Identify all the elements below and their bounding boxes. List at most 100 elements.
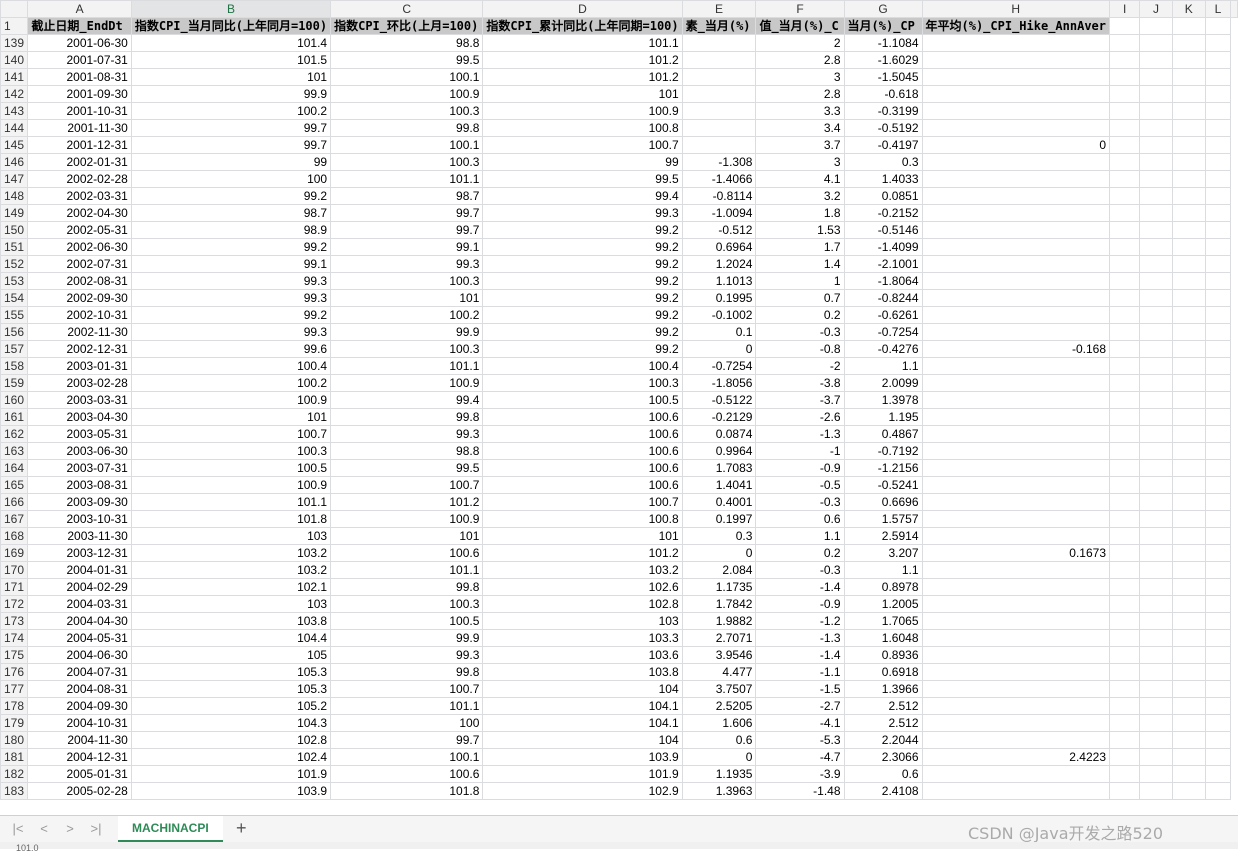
- cell-A[interactable]: 2004-10-31: [27, 714, 132, 732]
- cell-B[interactable]: 100.3: [130, 442, 332, 460]
- cell-E[interactable]: 2.7071: [681, 629, 757, 647]
- cell-E[interactable]: [681, 34, 757, 52]
- cell-C[interactable]: 98.8: [330, 34, 484, 52]
- cell-C[interactable]: 100.9: [330, 85, 484, 103]
- cell-J[interactable]: [1139, 391, 1173, 409]
- cell-I[interactable]: [1108, 51, 1141, 69]
- cell-L[interactable]: [1204, 578, 1232, 596]
- cell-J[interactable]: [1139, 85, 1173, 103]
- cell-K[interactable]: [1171, 714, 1206, 732]
- cell-A[interactable]: 2002-02-28: [27, 170, 132, 188]
- cell-I[interactable]: [1108, 85, 1141, 103]
- row-number[interactable]: 156: [0, 323, 29, 341]
- cell-H[interactable]: [921, 680, 1110, 698]
- cell-L[interactable]: [1204, 408, 1232, 426]
- cell-K[interactable]: [1171, 697, 1206, 715]
- cell-A[interactable]: 2001-11-30: [27, 119, 132, 137]
- cell-C[interactable]: 101.8: [330, 782, 484, 800]
- cell-A[interactable]: 2004-06-30: [27, 646, 132, 664]
- cell-J[interactable]: [1139, 510, 1173, 528]
- row-number[interactable]: 155: [0, 306, 29, 324]
- cell-I[interactable]: [1108, 578, 1141, 596]
- cell-J1[interactable]: [1139, 17, 1173, 35]
- last-sheet-icon[interactable]: >|: [86, 820, 106, 838]
- column-header-F[interactable]: F: [755, 0, 845, 18]
- cell-D[interactable]: 101.2: [482, 68, 683, 86]
- add-sheet-icon[interactable]: +: [236, 818, 247, 838]
- row-number[interactable]: 147: [0, 170, 29, 188]
- row-number[interactable]: 175: [0, 646, 29, 664]
- cell-F[interactable]: -1.3: [755, 425, 845, 443]
- cell-I1[interactable]: [1108, 17, 1141, 35]
- cell-A[interactable]: 2003-08-31: [27, 476, 132, 494]
- cell-C[interactable]: 100: [330, 714, 484, 732]
- row-number[interactable]: 158: [0, 357, 29, 375]
- cell-E[interactable]: -0.2129: [681, 408, 757, 426]
- cell-H[interactable]: [921, 612, 1110, 630]
- cell-B[interactable]: 103.2: [130, 561, 332, 579]
- cell-L[interactable]: [1204, 493, 1232, 511]
- cell-B[interactable]: 99.2: [130, 238, 332, 256]
- cell-K[interactable]: [1171, 85, 1206, 103]
- cell-E[interactable]: 0.1: [681, 323, 757, 341]
- cell-H[interactable]: [921, 442, 1110, 460]
- cell-G[interactable]: 0.4867: [843, 425, 923, 443]
- cell-J[interactable]: [1139, 782, 1173, 800]
- cell-K[interactable]: [1171, 51, 1206, 69]
- cell-A[interactable]: 2001-06-30: [27, 34, 132, 52]
- cell-E[interactable]: -1.308: [681, 153, 757, 171]
- cell-E[interactable]: 0: [681, 748, 757, 766]
- cell-D[interactable]: 101.1: [482, 34, 683, 52]
- cell-H[interactable]: [921, 476, 1110, 494]
- row-number[interactable]: 172: [0, 595, 29, 613]
- cell-I[interactable]: [1108, 782, 1141, 800]
- cell-H[interactable]: [921, 102, 1110, 120]
- cell-H[interactable]: [921, 289, 1110, 307]
- cell-B[interactable]: 101: [130, 408, 332, 426]
- cell-F[interactable]: -0.3: [755, 493, 845, 511]
- row-number[interactable]: 178: [0, 697, 29, 715]
- cell-F[interactable]: -0.5: [755, 476, 845, 494]
- cell-K[interactable]: [1171, 323, 1206, 341]
- cell-I[interactable]: [1108, 408, 1141, 426]
- cell-C[interactable]: 100.3: [330, 272, 484, 290]
- cell-I[interactable]: [1108, 221, 1141, 239]
- cell-F[interactable]: 1.1: [755, 527, 845, 545]
- cell-J[interactable]: [1139, 136, 1173, 154]
- cell-F[interactable]: -0.3: [755, 561, 845, 579]
- cell-A[interactable]: 2002-04-30: [27, 204, 132, 222]
- cell-D[interactable]: 101: [482, 527, 683, 545]
- cell-D[interactable]: 102.6: [482, 578, 683, 596]
- cell-F[interactable]: 1.53: [755, 221, 845, 239]
- cell-F[interactable]: -2: [755, 357, 845, 375]
- cell-E[interactable]: 0.9964: [681, 442, 757, 460]
- cell-J[interactable]: [1139, 629, 1173, 647]
- cell-K[interactable]: [1171, 102, 1206, 120]
- cell-K[interactable]: [1171, 459, 1206, 477]
- cell-G[interactable]: -1.8064: [843, 272, 923, 290]
- cell-H[interactable]: [921, 663, 1110, 681]
- cell-I[interactable]: [1108, 714, 1141, 732]
- cell-L[interactable]: [1204, 612, 1232, 630]
- cell-E[interactable]: 0: [681, 544, 757, 562]
- cell-B[interactable]: 99.3: [130, 323, 332, 341]
- cell-I[interactable]: [1108, 646, 1141, 664]
- cell-B[interactable]: 102.1: [130, 578, 332, 596]
- row-number[interactable]: 167: [0, 510, 29, 528]
- cell-L[interactable]: [1204, 170, 1232, 188]
- row-number[interactable]: 181: [0, 748, 29, 766]
- cell-L[interactable]: [1204, 561, 1232, 579]
- header-cell-H[interactable]: 年平均(%)_CPI_Hike_AnnAver: [921, 17, 1110, 35]
- cell-E[interactable]: 0: [681, 340, 757, 358]
- cell-H[interactable]: [921, 272, 1110, 290]
- cell-I[interactable]: [1108, 306, 1141, 324]
- next-sheet-icon[interactable]: >: [60, 820, 80, 838]
- cell-C[interactable]: 99.8: [330, 119, 484, 137]
- cell-H[interactable]: [921, 323, 1110, 341]
- cell-E[interactable]: 1.606: [681, 714, 757, 732]
- cell-G[interactable]: 2.2044: [843, 731, 923, 749]
- row-number[interactable]: 152: [0, 255, 29, 273]
- cell-D[interactable]: 100.5: [482, 391, 683, 409]
- cell-I[interactable]: [1108, 153, 1141, 171]
- row-number[interactable]: 145: [0, 136, 29, 154]
